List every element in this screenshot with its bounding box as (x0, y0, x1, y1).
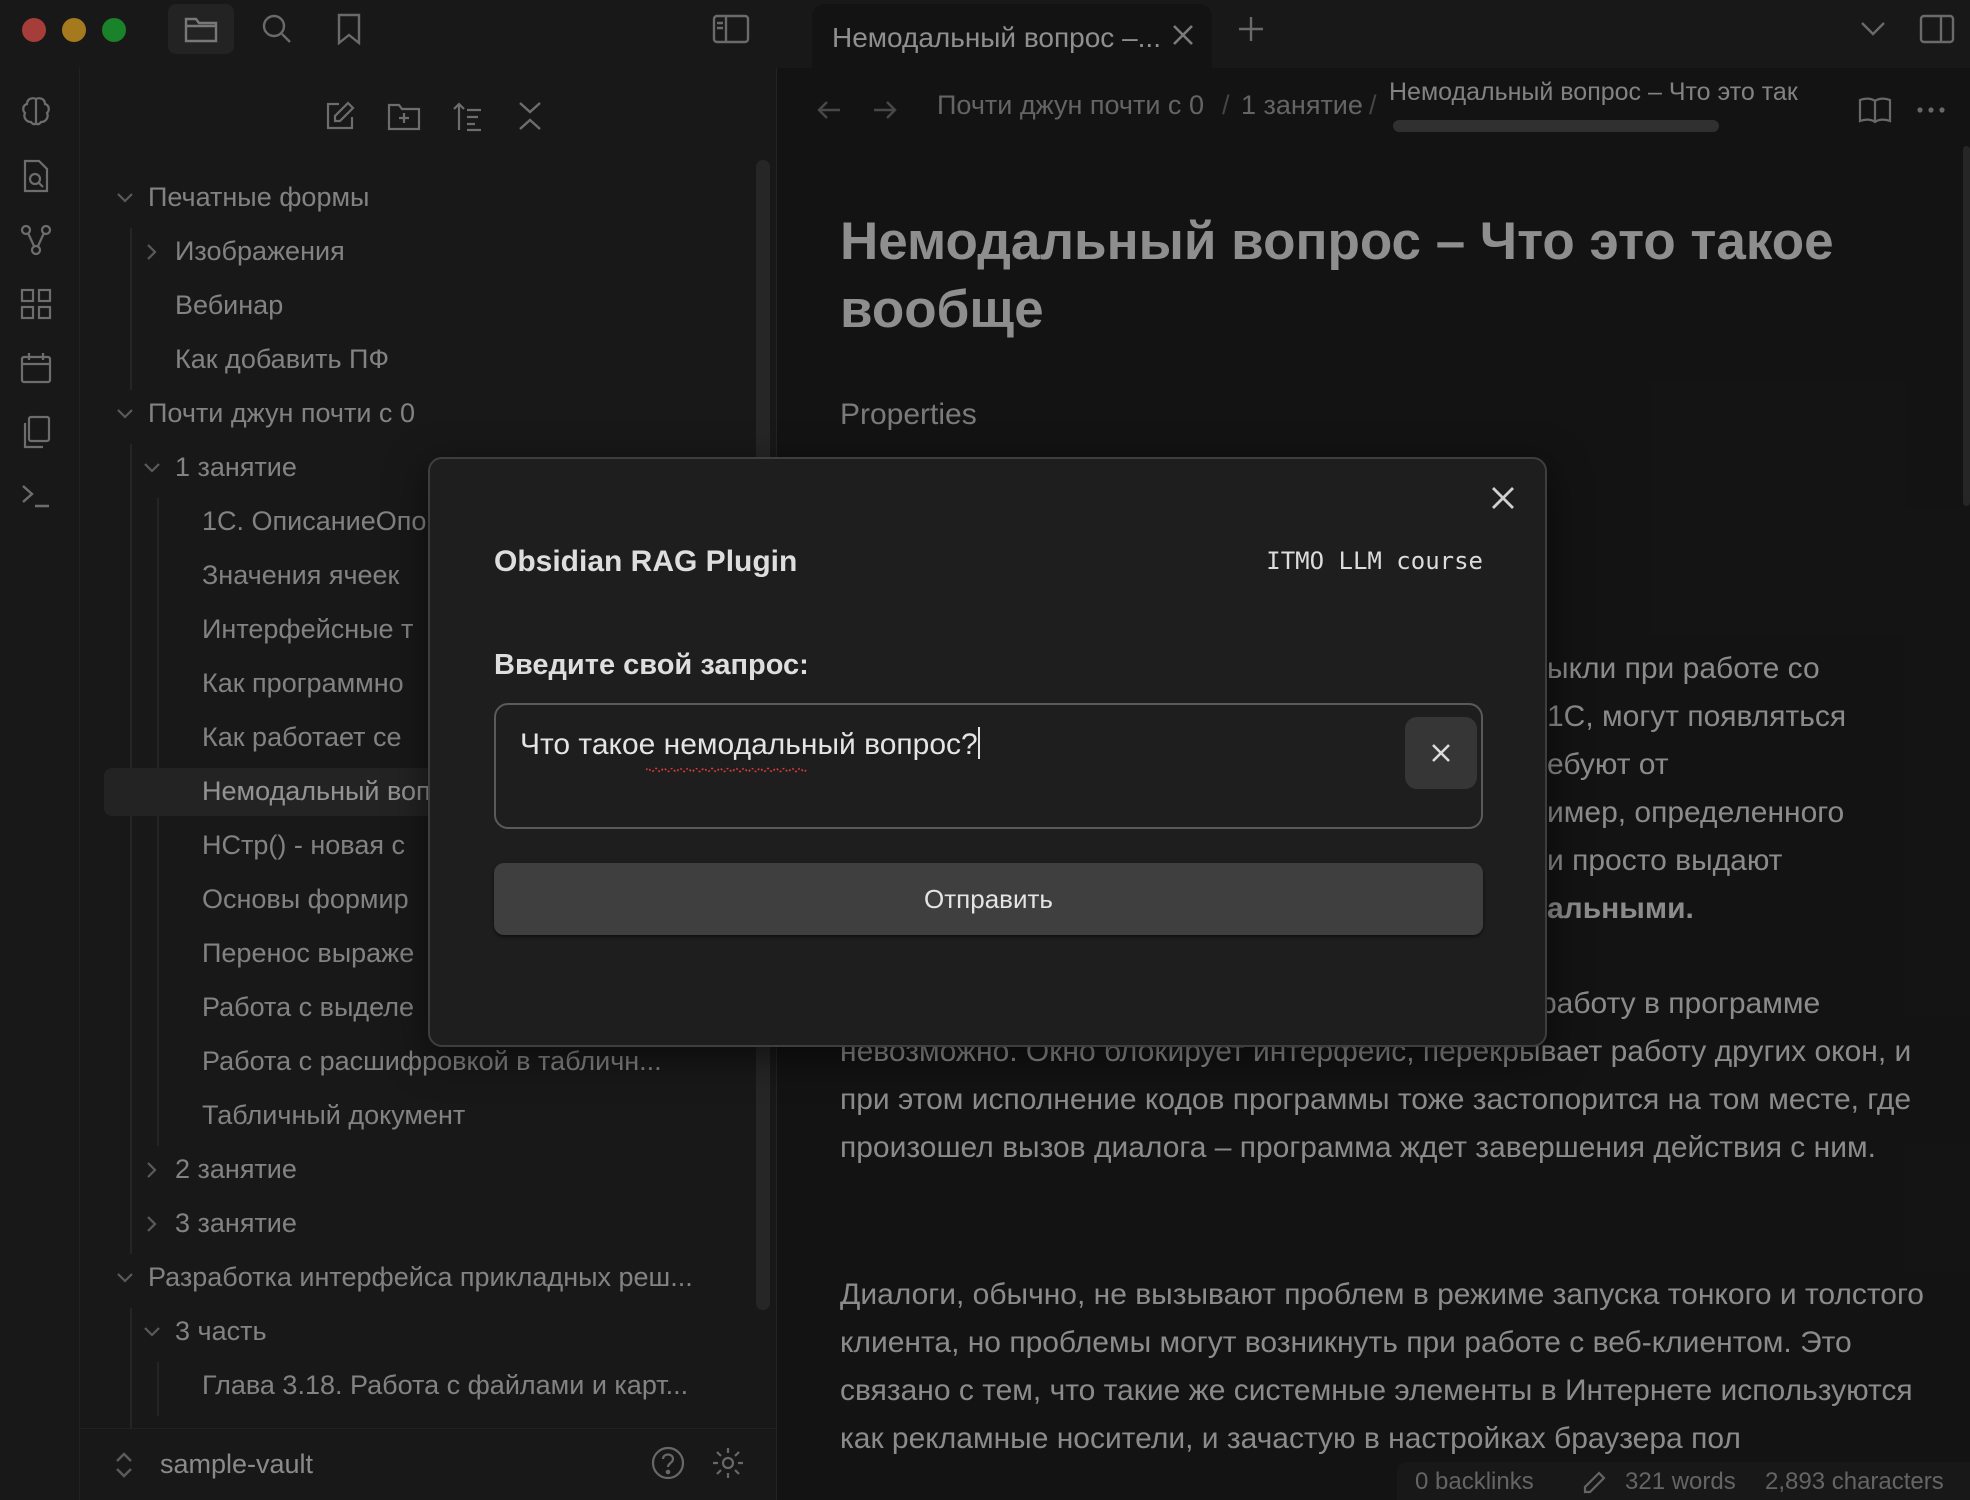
query-label: Введите свой запрос: (494, 649, 809, 681)
query-input[interactable]: Что такое немодальный вопрос? (494, 703, 1483, 829)
modal-title: Obsidian RAG Plugin (494, 545, 798, 578)
close-icon (1492, 487, 1514, 509)
submit-button[interactable]: Отправить (494, 863, 1483, 935)
clear-query-button[interactable] (1405, 717, 1477, 789)
query-input-value[interactable]: Что такое немодальный вопрос? (520, 727, 980, 762)
rag-plugin-modal: Obsidian RAG Plugin ITMO LLM course Введ… (428, 457, 1547, 1047)
spellcheck-underline (646, 767, 807, 773)
query-text: Что такое немодальный вопрос? (520, 728, 978, 761)
modal-close-button[interactable] (1482, 477, 1524, 519)
modal-subtitle: ITMO LLM course (1266, 547, 1483, 575)
text-cursor (977, 727, 980, 759)
close-icon (1432, 744, 1450, 762)
